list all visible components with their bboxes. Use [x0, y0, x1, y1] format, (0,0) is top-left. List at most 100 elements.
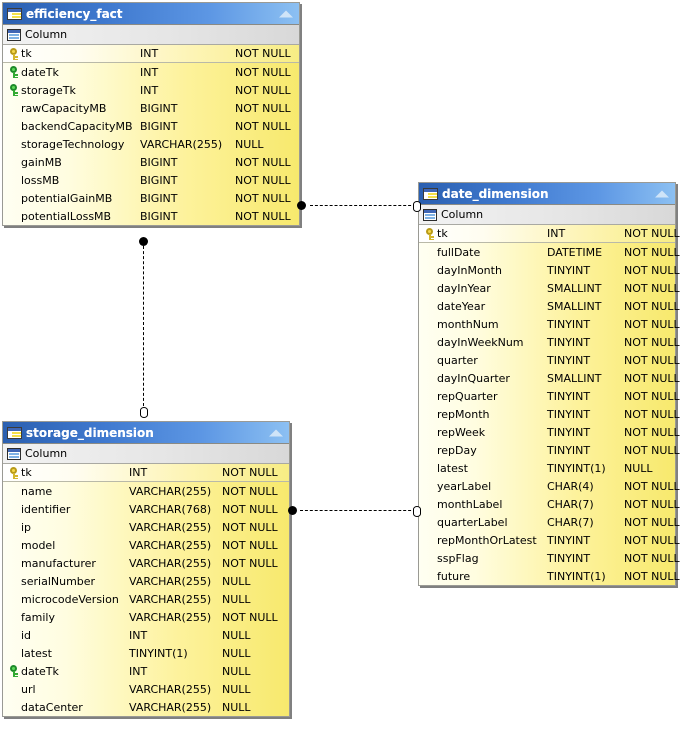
- collapse-arrow-icon[interactable]: [655, 190, 669, 197]
- table-icon: [423, 187, 438, 200]
- column-row[interactable]: yearLabel CHAR(4) NOT NULL: [419, 477, 680, 495]
- column-type: CHAR(4): [547, 479, 594, 493]
- column-row[interactable]: dayInMonth TINYINT NOT NULL: [419, 261, 680, 279]
- column-row[interactable]: quarter TINYINT NOT NULL: [419, 351, 680, 369]
- column-row[interactable]: dateYear SMALLINT NOT NULL: [419, 297, 680, 315]
- column-name: microcodeVersion: [21, 592, 119, 606]
- column-row[interactable]: url VARCHAR(255) NULL: [3, 680, 289, 698]
- column-nullable: NOT NULL: [624, 281, 680, 295]
- column-nullable: NULL: [222, 628, 251, 642]
- column-row[interactable]: sspFlag TINYINT NOT NULL: [419, 549, 680, 567]
- relationship-line-efficiency-date[interactable]: [310, 205, 416, 206]
- column-row[interactable]: monthLabel CHAR(7) NOT NULL: [419, 495, 680, 513]
- relationship-endpoint-filled-circle: [297, 201, 306, 210]
- column-row[interactable]: storageTechnology VARCHAR(255) NULL: [3, 135, 299, 153]
- column-nullable: NOT NULL: [624, 263, 680, 277]
- column-nullable: NOT NULL: [235, 65, 291, 79]
- column-row[interactable]: latest TINYINT(1) NULL: [419, 459, 675, 477]
- column-row[interactable]: potentialLossMB BIGINT NOT NULL: [3, 207, 299, 225]
- column-type: INT: [140, 65, 159, 79]
- column-row[interactable]: ip VARCHAR(255) NOT NULL: [3, 518, 289, 536]
- column-section-header[interactable]: Column: [3, 444, 289, 464]
- column-type: VARCHAR(255): [129, 574, 212, 588]
- column-row[interactable]: tk INT NOT NULL: [3, 464, 289, 482]
- column-name: potentialLossMB: [21, 209, 112, 223]
- column-row[interactable]: tk INT NOT NULL: [419, 225, 680, 243]
- column-row[interactable]: lossMB BIGINT NOT NULL: [3, 171, 299, 189]
- column-nullable: NULL: [222, 664, 251, 678]
- column-key-cell: [6, 48, 22, 60]
- column-row[interactable]: repMonthOrLatest TINYINT NOT NULL: [419, 531, 680, 549]
- column-name: latest: [21, 646, 52, 660]
- column-row[interactable]: latest TINYINT(1) NULL: [3, 644, 289, 662]
- column-row[interactable]: dayInYear SMALLINT NOT NULL: [419, 279, 680, 297]
- column-row[interactable]: dateTk INT NULL: [3, 662, 289, 680]
- column-row[interactable]: microcodeVersion VARCHAR(255) NULL: [3, 590, 289, 608]
- column-name: yearLabel: [437, 479, 492, 493]
- column-name: fullDate: [437, 245, 481, 259]
- column-nullable: NOT NULL: [624, 479, 680, 493]
- column-nullable: NOT NULL: [222, 610, 278, 624]
- column-type: VARCHAR(255): [129, 610, 212, 624]
- column-row[interactable]: name VARCHAR(255) NOT NULL: [3, 482, 289, 500]
- column-nullable: NOT NULL: [222, 556, 278, 570]
- column-row[interactable]: dayInWeekNum TINYINT NOT NULL: [419, 333, 680, 351]
- column-row[interactable]: rawCapacityMB BIGINT NOT NULL: [3, 99, 299, 117]
- column-nullable: NULL: [624, 461, 653, 475]
- column-row[interactable]: storageTk INT NOT NULL: [3, 81, 299, 99]
- column-nullable: NOT NULL: [624, 497, 680, 511]
- collapse-arrow-icon[interactable]: [269, 429, 283, 436]
- column-nullable: NOT NULL: [624, 227, 680, 240]
- column-row[interactable]: backendCapacityMB BIGINT NOT NULL: [3, 117, 299, 135]
- column-row[interactable]: family VARCHAR(255) NOT NULL: [3, 608, 289, 626]
- column-type: SMALLINT: [547, 371, 602, 385]
- column-row[interactable]: gainMB BIGINT NOT NULL: [3, 153, 299, 171]
- column-type: VARCHAR(255): [129, 520, 212, 534]
- column-row[interactable]: id INT NULL: [3, 626, 289, 644]
- column-nullable: NOT NULL: [624, 299, 680, 313]
- column-name: dateTk: [21, 65, 59, 79]
- relationship-line-efficiency-storage[interactable]: [143, 246, 144, 411]
- column-nullable: NOT NULL: [624, 335, 680, 349]
- column-nullable: NULL: [222, 646, 251, 660]
- column-row[interactable]: tk INT NOT NULL: [3, 45, 299, 63]
- collapse-arrow-icon[interactable]: [279, 10, 293, 17]
- table-title-bar[interactable]: storage_dimension: [3, 422, 289, 444]
- column-nullable: NOT NULL: [624, 443, 680, 457]
- column-key-cell: [6, 467, 22, 479]
- column-row[interactable]: monthNum TINYINT NOT NULL: [419, 315, 680, 333]
- column-row[interactable]: identifier VARCHAR(768) NOT NULL: [3, 500, 289, 518]
- column-name: dateTk: [21, 664, 59, 678]
- column-type: TINYINT: [547, 533, 591, 547]
- column-name: id: [21, 628, 32, 642]
- table-storage_dimension[interactable]: storage_dimension Column tk INT NOT NULL na…: [2, 421, 290, 717]
- column-row[interactable]: repDay TINYINT NOT NULL: [419, 441, 680, 459]
- column-name: url: [21, 682, 36, 696]
- column-row[interactable]: model VARCHAR(255) NOT NULL: [3, 536, 289, 554]
- column-row[interactable]: dayInQuarter SMALLINT NOT NULL: [419, 369, 680, 387]
- column-name: dayInWeekNum: [437, 335, 524, 349]
- column-section-header[interactable]: Column: [3, 25, 299, 45]
- primary-key-icon: [9, 48, 20, 60]
- column-row[interactable]: serialNumber VARCHAR(255) NULL: [3, 572, 289, 590]
- table-efficiency_fact[interactable]: efficiency_fact Column tk INT NOT NULL date…: [2, 2, 300, 226]
- column-row[interactable]: repWeek TINYINT NOT NULL: [419, 423, 680, 441]
- column-list: tk INT NOT NULL dateTk INT NOT NULL storageTk I…: [3, 45, 299, 225]
- column-row[interactable]: dataCenter VARCHAR(255) NULL: [3, 698, 289, 716]
- column-row[interactable]: potentialGainMB BIGINT NOT NULL: [3, 189, 299, 207]
- column-type: INT: [129, 466, 148, 479]
- table-title-bar[interactable]: date_dimension: [419, 183, 675, 205]
- table-date_dimension[interactable]: date_dimension Column tk INT NOT NULL fullD…: [418, 182, 680, 586]
- column-row[interactable]: quarterLabel CHAR(7) NOT NULL: [419, 513, 680, 531]
- column-row[interactable]: dateTk INT NOT NULL: [3, 63, 299, 81]
- column-row[interactable]: repQuarter TINYINT NOT NULL: [419, 387, 680, 405]
- column-row[interactable]: future TINYINT(1) NOT NULL: [419, 567, 680, 585]
- table-title-bar[interactable]: efficiency_fact: [3, 3, 299, 25]
- column-section-header[interactable]: Column: [419, 205, 675, 225]
- column-name: monthNum: [437, 317, 499, 331]
- column-row[interactable]: manufacturer VARCHAR(255) NOT NULL: [3, 554, 289, 572]
- column-row[interactable]: fullDate DATETIME NOT NULL: [419, 243, 680, 261]
- relationship-line-storage-date[interactable]: [300, 510, 416, 511]
- column-row[interactable]: repMonth TINYINT NOT NULL: [419, 405, 680, 423]
- primary-key-icon: [9, 467, 20, 479]
